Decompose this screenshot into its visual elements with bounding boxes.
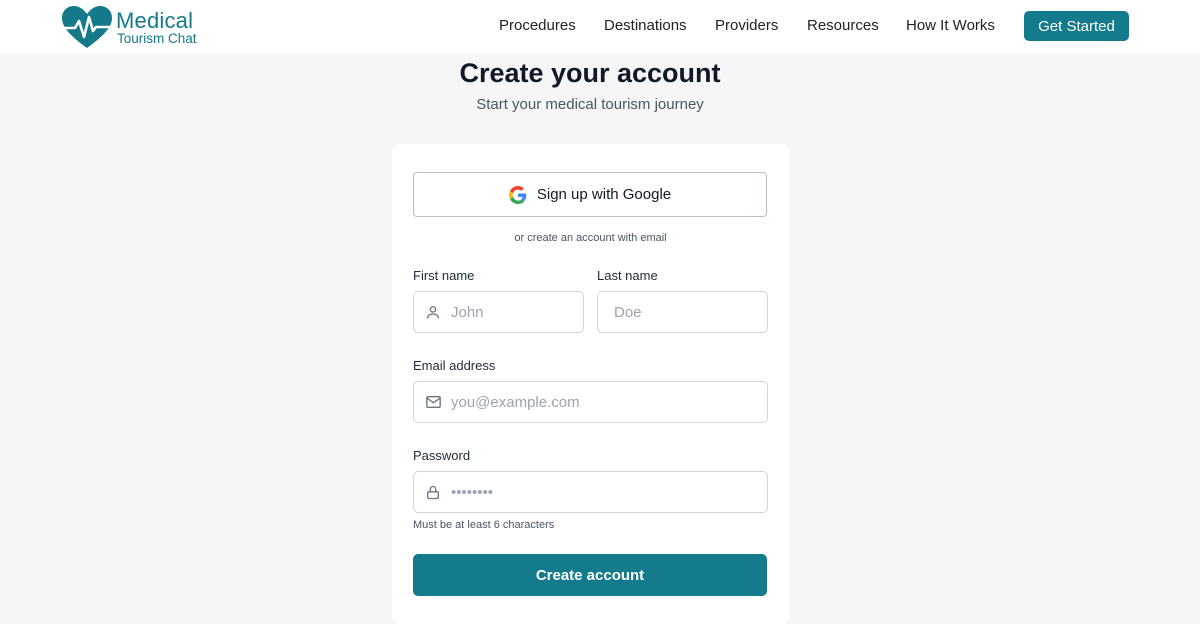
- page-title: Create your account: [459, 58, 721, 88]
- lock-icon: [427, 485, 439, 500]
- google-signup-label: Sign up with Google: [536, 186, 672, 203]
- nav-resources[interactable]: Resources: [807, 17, 879, 34]
- get-started-button[interactable]: Get Started: [1024, 11, 1129, 41]
- divider-text: or create an account with email: [514, 232, 667, 244]
- mail-icon: [426, 396, 441, 408]
- last-name-input[interactable]: [612, 292, 759, 332]
- password-hint: Must be at least 6 characters: [413, 519, 555, 531]
- password-input[interactable]: [449, 472, 759, 512]
- signup-card: Sign up with Google or create an account…: [392, 144, 789, 624]
- nav-procedures[interactable]: Procedures: [499, 17, 576, 34]
- password-label: Password: [413, 448, 471, 463]
- email-input[interactable]: [449, 382, 759, 422]
- user-icon: [427, 306, 439, 319]
- google-signup-button[interactable]: Sign up with Google: [413, 172, 767, 217]
- page-subtitle: Start your medical tourism journey: [476, 96, 704, 113]
- last-name-field[interactable]: [597, 291, 768, 333]
- main-nav: Procedures Destinations Providers Resour…: [0, 0, 1200, 53]
- first-name-input[interactable]: [449, 292, 575, 332]
- email-label: Email address: [413, 358, 496, 373]
- last-name-label: Last name: [597, 268, 658, 283]
- first-name-field[interactable]: [413, 291, 584, 333]
- nav-how-it-works[interactable]: How It Works: [906, 17, 995, 34]
- google-icon: [508, 185, 527, 204]
- email-field[interactable]: [413, 381, 768, 423]
- password-field[interactable]: [413, 471, 768, 513]
- nav-destinations[interactable]: Destinations: [604, 17, 687, 34]
- site-header: Medical Tourism Chat Procedures Destinat…: [0, 0, 1200, 53]
- nav-providers[interactable]: Providers: [715, 17, 778, 34]
- create-account-button[interactable]: Create account: [413, 554, 767, 596]
- first-name-label: First name: [413, 268, 475, 283]
